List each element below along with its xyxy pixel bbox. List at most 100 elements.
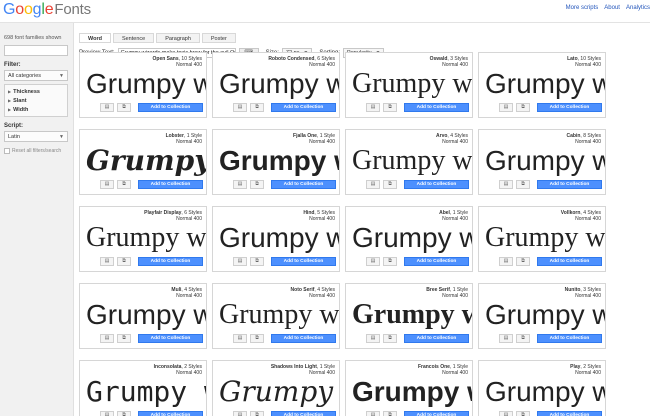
font-sample[interactable]: Grumpy w (219, 300, 339, 330)
quick-use-icon[interactable]: ▤ (100, 103, 114, 112)
pop-out-icon[interactable]: ⧉ (117, 334, 131, 343)
quick-use-icon[interactable]: ▤ (233, 180, 247, 189)
tab-sentence[interactable]: Sentence (112, 33, 155, 43)
add-to-collection-button[interactable]: Add to Collection (138, 257, 203, 266)
pop-out-icon[interactable]: ⧉ (383, 103, 397, 112)
add-to-collection-button[interactable]: Add to Collection (271, 180, 336, 189)
font-sample[interactable]: Grumpy w (352, 146, 472, 176)
add-to-collection-button[interactable]: Add to Collection (138, 411, 203, 416)
card-actions: ▤ ⧉ Add to Collection (213, 176, 339, 194)
quick-use-icon[interactable]: ▤ (366, 103, 380, 112)
quick-use-icon[interactable]: ▤ (100, 411, 114, 416)
facet-width[interactable]: ▶ Width (8, 105, 64, 114)
quick-use-icon[interactable]: ▤ (233, 411, 247, 416)
quick-use-icon[interactable]: ▤ (233, 103, 247, 112)
pop-out-icon[interactable]: ⧉ (516, 257, 530, 266)
font-sample[interactable]: Grumpy w (86, 300, 206, 330)
add-to-collection-button[interactable]: Add to Collection (138, 334, 203, 343)
font-sample[interactable]: Grumpy wiz (219, 146, 339, 176)
font-sample[interactable]: Grumpy w (86, 223, 206, 253)
font-sample[interactable]: Grumpy wi (485, 146, 605, 176)
font-sample[interactable]: Grumpy w (485, 300, 605, 330)
nav-analytics[interactable]: Analytics (626, 5, 650, 11)
add-to-collection-button[interactable]: Add to Collection (138, 103, 203, 112)
pop-out-icon[interactable]: ⧉ (516, 103, 530, 112)
quick-use-icon[interactable]: ▤ (233, 334, 247, 343)
facet-thickness[interactable]: ▶ Thickness (8, 87, 64, 96)
quick-use-icon[interactable]: ▤ (366, 257, 380, 266)
quick-use-icon[interactable]: ▤ (366, 411, 380, 416)
add-to-collection-button[interactable]: Add to Collection (537, 180, 602, 189)
font-sample[interactable]: Grumpy w (352, 69, 472, 99)
reset-filters[interactable]: Reset all filters/search (4, 148, 69, 154)
add-to-collection-button[interactable]: Add to Collection (404, 334, 469, 343)
quick-use-icon[interactable]: ▤ (499, 103, 513, 112)
quick-use-icon[interactable]: ▤ (366, 334, 380, 343)
add-to-collection-button[interactable]: Add to Collection (271, 411, 336, 416)
tab-poster[interactable]: Poster (201, 33, 236, 43)
add-to-collection-button[interactable]: Add to Collection (537, 103, 602, 112)
pop-out-icon[interactable]: ⧉ (250, 103, 264, 112)
add-to-collection-button[interactable]: Add to Collection (537, 334, 602, 343)
nav-about[interactable]: About (604, 5, 620, 11)
pop-out-icon[interactable]: ⧉ (117, 180, 131, 189)
font-sample[interactable]: Grumpy w (485, 69, 605, 99)
add-to-collection-button[interactable]: Add to Collection (138, 180, 203, 189)
font-sample[interactable]: Grumpy w (485, 223, 605, 253)
script-select[interactable]: Latin ▼ (4, 131, 68, 142)
font-sample[interactable]: Grumpy wiz (86, 69, 206, 99)
quick-use-icon[interactable]: ▤ (366, 180, 380, 189)
tab-word[interactable]: Word (79, 33, 111, 43)
font-sample[interactable]: Grumpy w (352, 300, 472, 330)
font-sample[interactable]: Grumpy wizard (219, 69, 339, 99)
font-family-name[interactable]: Roboto Condensed (268, 56, 314, 62)
font-sample[interactable]: Grumpy wi: (86, 377, 206, 407)
nav-more-scripts[interactable]: More scripts (566, 5, 599, 11)
font-family-name[interactable]: Open Sans (153, 56, 179, 62)
category-select[interactable]: All categories ▼ (4, 70, 68, 81)
quick-use-icon[interactable]: ▤ (233, 257, 247, 266)
quick-use-icon[interactable]: ▤ (100, 180, 114, 189)
pop-out-icon[interactable]: ⧉ (250, 411, 264, 416)
pop-out-icon[interactable]: ⧉ (516, 334, 530, 343)
pop-out-icon[interactable]: ⧉ (250, 180, 264, 189)
pop-out-icon[interactable]: ⧉ (383, 180, 397, 189)
add-to-collection-button[interactable]: Add to Collection (271, 334, 336, 343)
pop-out-icon[interactable]: ⧉ (117, 411, 131, 416)
add-to-collection-button[interactable]: Add to Collection (271, 257, 336, 266)
font-sample[interactable]: Grumpy wi (352, 377, 472, 407)
add-to-collection-button[interactable]: Add to Collection (404, 257, 469, 266)
search-input[interactable] (4, 45, 68, 56)
pop-out-icon[interactable]: ⧉ (117, 257, 131, 266)
font-sample[interactable]: Grumpy w (485, 377, 605, 407)
font-sample[interactable]: Grumpy wiz (219, 223, 339, 253)
pop-out-icon[interactable]: ⧉ (516, 180, 530, 189)
card-actions: ▤ ⧉ Add to Collection (479, 176, 605, 194)
add-to-collection-button[interactable]: Add to Collection (404, 103, 469, 112)
quick-use-icon[interactable]: ▤ (499, 334, 513, 343)
card-actions: ▤ ⧉ Add to Collection (346, 330, 472, 348)
pop-out-icon[interactable]: ⧉ (250, 257, 264, 266)
pop-out-icon[interactable]: ⧉ (117, 103, 131, 112)
google-fonts-logo[interactable]: GoogleFonts (3, 1, 91, 19)
tab-paragraph[interactable]: Paragraph (156, 33, 200, 43)
facet-slant[interactable]: ▶ Slant (8, 96, 64, 105)
quick-use-icon[interactable]: ▤ (100, 334, 114, 343)
pop-out-icon[interactable]: ⧉ (516, 411, 530, 416)
add-to-collection-button[interactable]: Add to Collection (404, 411, 469, 416)
quick-use-icon[interactable]: ▤ (499, 411, 513, 416)
add-to-collection-button[interactable]: Add to Collection (537, 411, 602, 416)
quick-use-icon[interactable]: ▤ (100, 257, 114, 266)
pop-out-icon[interactable]: ⧉ (250, 334, 264, 343)
pop-out-icon[interactable]: ⧉ (383, 411, 397, 416)
pop-out-icon[interactable]: ⧉ (383, 257, 397, 266)
pop-out-icon[interactable]: ⧉ (383, 334, 397, 343)
quick-use-icon[interactable]: ▤ (499, 180, 513, 189)
add-to-collection-button[interactable]: Add to Collection (404, 180, 469, 189)
add-to-collection-button[interactable]: Add to Collection (271, 103, 336, 112)
font-sample[interactable]: Grumpy wiza (219, 377, 339, 407)
font-sample[interactable]: Grumpy wiz (86, 146, 206, 176)
font-sample[interactable]: Grumpy wiz (352, 223, 472, 253)
quick-use-icon[interactable]: ▤ (499, 257, 513, 266)
add-to-collection-button[interactable]: Add to Collection (537, 257, 602, 266)
